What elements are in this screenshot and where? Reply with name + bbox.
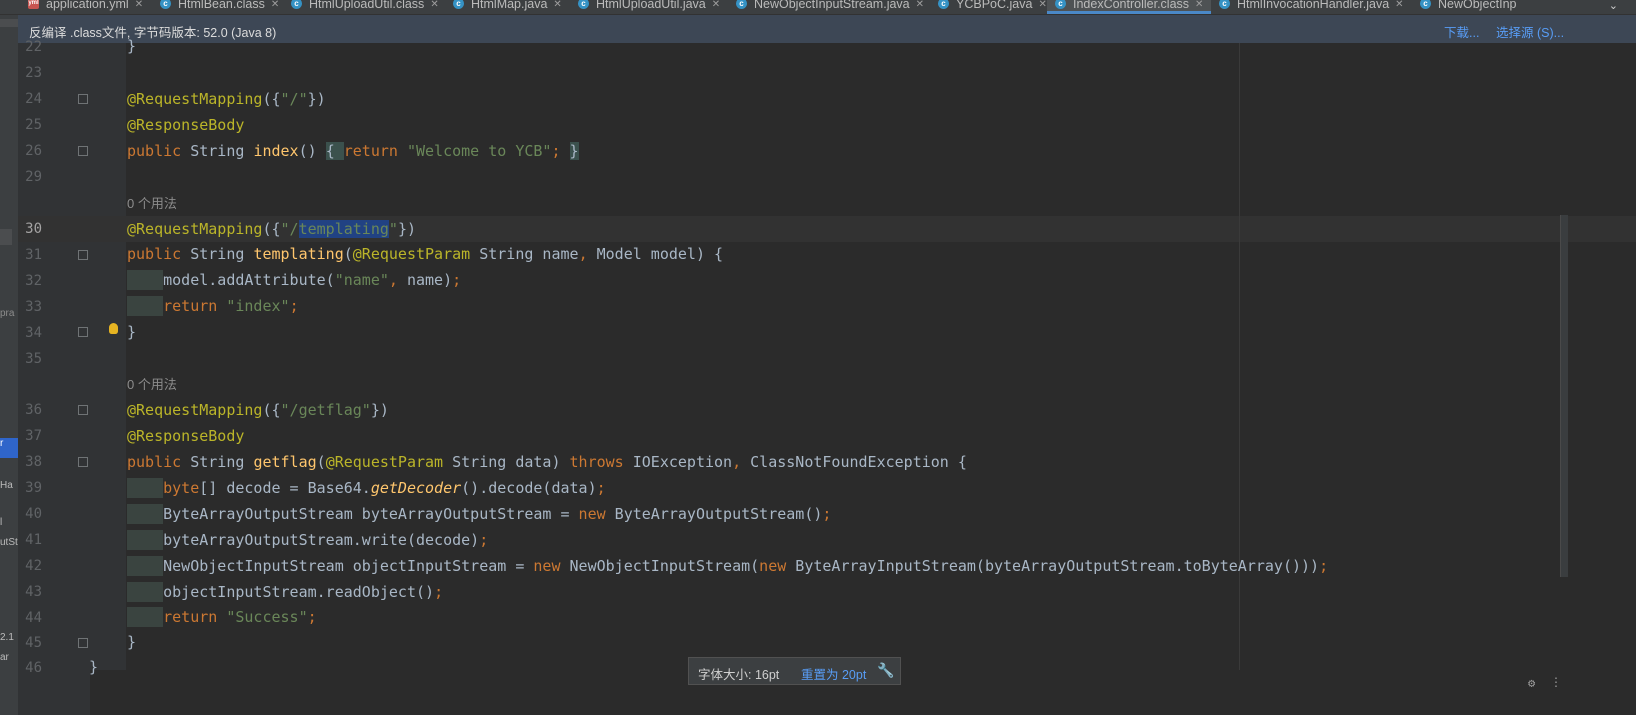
code-line-38: public String getflag(@RequestParam Stri… — [127, 453, 967, 471]
more-icon[interactable]: ⋮ — [1550, 675, 1562, 689]
tab-htmlbean-class[interactable]: c HtmlBean.class ✕ — [160, 0, 279, 14]
close-icon[interactable]: ✕ — [712, 0, 720, 10]
code-line-31: public String templating(@RequestParam S… — [127, 245, 724, 263]
fold-marker-icon[interactable] — [78, 457, 88, 467]
line-number: 38 — [25, 454, 42, 470]
fold-gutter — [90, 43, 126, 670]
java-file-icon: c — [578, 0, 589, 9]
code-line-41: byteArrayOutputStream.write(decode); — [127, 530, 488, 550]
tab-newobjectinputstream-java[interactable]: c NewObjectInputStream.java ✕ — [736, 0, 924, 14]
class-file-icon: c — [1055, 0, 1066, 9]
close-icon[interactable]: ✕ — [1195, 0, 1203, 10]
line-number: 25 — [25, 117, 42, 133]
line-number: 37 — [25, 428, 42, 444]
code-line-30: @RequestMapping({"/templating"}) — [127, 220, 416, 238]
class-file-icon: c — [291, 0, 302, 9]
line-number: 33 — [25, 299, 42, 315]
tab-htmlinvocationhandler-java[interactable]: c HtmlInvocationHandler.java ✕ — [1219, 0, 1404, 14]
vertical-scrollbar[interactable] — [1560, 215, 1568, 577]
usage-hint[interactable]: 0 个用法 — [127, 193, 177, 212]
code-line-34: } — [127, 323, 137, 341]
line-number: 39 — [25, 480, 42, 496]
line-number: 35 — [25, 351, 42, 367]
line-number: 43 — [25, 584, 42, 600]
project-panel-edge[interactable]: pra r Ha l utSt 2.1 ar — [0, 15, 18, 715]
download-sources-link[interactable]: 下载... — [1444, 22, 1479, 41]
code-line-24: @RequestMapping({"/"}) — [127, 90, 326, 108]
font-size-label: 字体大小: 16pt — [698, 668, 780, 682]
close-icon[interactable]: ✕ — [135, 0, 143, 10]
reset-font-size-link[interactable]: 重置为 20pt — [801, 664, 866, 683]
close-icon[interactable]: ✕ — [271, 0, 279, 10]
close-icon[interactable]: ✕ — [1395, 0, 1403, 10]
editor-tab-bar: yml application.yml ✕ c HtmlBean.class ✕ c Ht… — [0, 0, 1636, 15]
code-line-40: ByteArrayOutputStream byteArrayOutputStr… — [127, 504, 831, 524]
line-number: 42 — [25, 558, 42, 574]
code-line-46: } — [89, 658, 99, 676]
java-file-icon: c — [453, 0, 464, 9]
code-line-22: } — [127, 37, 137, 55]
line-number: 40 — [25, 506, 42, 522]
code-line-37: @ResponseBody — [127, 427, 245, 445]
close-icon[interactable]: ✕ — [916, 0, 924, 10]
decompiled-notice-banner: 反编译 .class文件, 字节码版本: 52.0 (Java 8) 下载...… — [18, 15, 1636, 43]
java-file-icon: c — [1219, 0, 1230, 9]
fold-marker-icon[interactable] — [78, 250, 88, 260]
tab-newobjectinp[interactable]: c NewObjectInp — [1420, 0, 1517, 14]
code-line-44: return "Success"; — [127, 607, 317, 627]
line-number: 32 — [25, 273, 42, 289]
lightbulb-icon[interactable] — [109, 323, 118, 334]
tab-ycbpoc-java[interactable]: c YCBPoC.java ✕ — [938, 0, 1047, 14]
line-number: 45 — [25, 635, 42, 651]
code-line-26: public String index() { return "Welcome … — [127, 142, 579, 160]
code-line-39: byte[] decode = Base64.getDecoder().deco… — [127, 478, 606, 498]
code-line-32: model.addAttribute("name", name); — [127, 270, 461, 290]
choose-sources-link[interactable]: 选择源 (S)... — [1496, 22, 1564, 41]
code-line-33: return "index"; — [127, 296, 299, 316]
tab-htmluploadutil-class[interactable]: c HtmlUploadUtil.class ✕ — [291, 0, 439, 14]
code-line-36: @RequestMapping({"/getflag"}) — [127, 401, 389, 419]
line-number: 22 — [25, 39, 42, 55]
code-line-42: NewObjectInputStream objectInputStream =… — [127, 556, 1328, 576]
line-number: 34 — [25, 325, 42, 341]
java-file-icon: c — [938, 0, 949, 9]
line-number: 26 — [25, 143, 42, 159]
code-line-25: @ResponseBody — [127, 116, 245, 134]
fold-marker-icon[interactable] — [78, 638, 88, 648]
line-number: 36 — [25, 402, 42, 418]
code-line-45: } — [127, 633, 137, 651]
font-size-popup: 字体大小: 16pt 重置为 20pt 🔧 — [688, 657, 901, 685]
fold-marker-icon[interactable] — [78, 405, 88, 415]
tab-application-yml[interactable]: yml application.yml ✕ — [28, 0, 143, 14]
close-icon[interactable]: ✕ — [553, 0, 561, 10]
java-file-icon: c — [1420, 0, 1431, 9]
line-number: 41 — [25, 532, 42, 548]
fold-marker-icon[interactable] — [78, 327, 88, 337]
gear-icon[interactable]: ⚙ — [1528, 676, 1535, 690]
yml-file-icon: yml — [28, 0, 39, 9]
line-number: 44 — [25, 610, 42, 626]
line-number: 31 — [25, 247, 42, 263]
tab-htmlmap-java[interactable]: c HtmlMap.java ✕ — [453, 0, 562, 14]
line-number-current: 30 — [25, 221, 42, 237]
java-file-icon: c — [736, 0, 747, 9]
close-icon[interactable]: ✕ — [1038, 0, 1046, 10]
fold-marker-icon[interactable] — [78, 146, 88, 156]
tab-htmluploadutil-java[interactable]: c HtmlUploadUtil.java ✕ — [578, 0, 720, 14]
line-number: 46 — [25, 660, 42, 676]
line-number: 29 — [25, 169, 42, 185]
line-number: 23 — [25, 65, 42, 81]
class-file-icon: c — [160, 0, 171, 9]
tab-indexcontroller-class[interactable]: c IndexController.class ✕ — [1047, 0, 1212, 14]
code-line-43: objectInputStream.readObject(); — [127, 582, 443, 602]
line-number: 24 — [25, 91, 42, 107]
fold-marker-icon[interactable] — [78, 94, 88, 104]
wrench-icon[interactable]: 🔧 — [877, 662, 894, 679]
close-icon[interactable]: ✕ — [430, 0, 438, 10]
usage-hint[interactable]: 0 个用法 — [127, 374, 177, 393]
decompiled-notice-text: 反编译 .class文件, 字节码版本: 52.0 (Java 8) — [29, 26, 277, 40]
chevron-down-icon[interactable]: ⌄ — [1609, 0, 1618, 12]
